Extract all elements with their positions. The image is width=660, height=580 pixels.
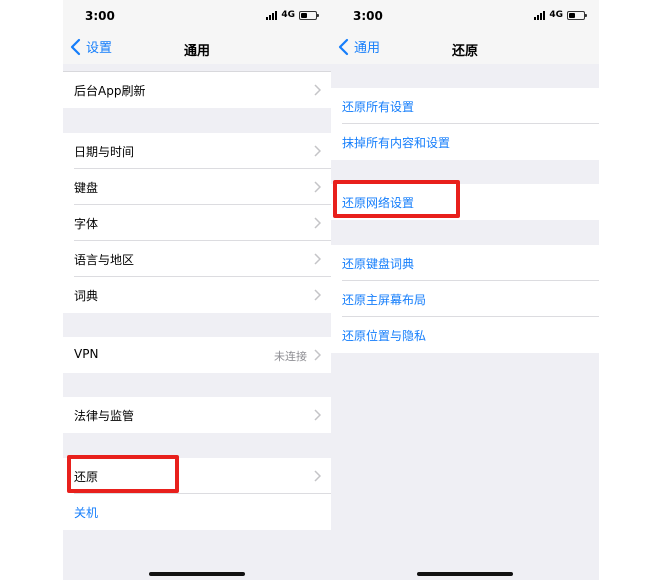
- row-reset-all-settings[interactable]: 还原所有设置: [331, 88, 599, 124]
- row-label: 键盘: [74, 181, 99, 195]
- row-background-app-refresh[interactable]: 后台App刷新: [63, 72, 331, 108]
- row-label: 词典: [74, 289, 99, 303]
- row-label: 语言与地区: [74, 253, 135, 267]
- navigation-bar: 设置 通用: [63, 32, 331, 64]
- row-date-time[interactable]: 日期与时间: [63, 133, 331, 169]
- row-label: 还原位置与隐私: [342, 329, 427, 343]
- row-label: 日期与时间: [74, 145, 135, 159]
- row-label: 法律与监管: [74, 409, 135, 423]
- status-bar: 3:00 4G: [331, 0, 599, 32]
- general-settings-screen: 3:00 4G 设置 通用 后台App刷新 日期与时间 键盘 字体 语言与地区: [63, 0, 331, 580]
- row-label: VPN: [74, 347, 99, 361]
- row-erase-all-content[interactable]: 抹掉所有内容和设置: [331, 124, 599, 160]
- network-type: 4G: [549, 10, 563, 20]
- row-font[interactable]: 字体: [63, 205, 331, 241]
- chevron-right-icon: [314, 145, 321, 157]
- row-language-region[interactable]: 语言与地区: [63, 241, 331, 277]
- battery-icon: [567, 11, 587, 20]
- highlight-box-reset: [67, 455, 179, 493]
- navigation-bar: 通用 还原: [331, 32, 599, 64]
- chevron-right-icon: [314, 349, 321, 361]
- row-label: 还原主屏幕布局: [342, 293, 427, 307]
- status-bar: 3:00 4G: [63, 0, 331, 32]
- row-label: 字体: [74, 217, 99, 231]
- page-title: 还原: [451, 44, 478, 59]
- cellular-signal-icon: [266, 11, 278, 20]
- row-legal-regulatory[interactable]: 法律与监管: [63, 397, 331, 433]
- status-icons: 4G: [266, 10, 319, 20]
- chevron-right-icon: [314, 253, 321, 265]
- highlight-box-reset-network: [333, 180, 460, 218]
- network-type: 4G: [281, 10, 295, 20]
- home-indicator[interactable]: [149, 572, 245, 576]
- shutdown-label: 关机: [74, 506, 99, 520]
- status-icons: 4G: [534, 10, 587, 20]
- chevron-right-icon: [314, 409, 321, 421]
- row-label: 抹掉所有内容和设置: [342, 136, 451, 150]
- chevron-right-icon: [314, 84, 321, 96]
- chevron-right-icon: [314, 181, 321, 193]
- row-vpn[interactable]: VPN 未连接: [63, 337, 331, 373]
- cellular-signal-icon: [534, 11, 546, 20]
- reset-settings-screen: 3:00 4G 通用 还原 还原所有设置 抹掉所有内容和设置 还原网络设置 还原…: [331, 0, 599, 580]
- vpn-status: 未连接: [274, 350, 307, 363]
- row-label: 还原键盘词典: [342, 257, 415, 271]
- row-label: 还原所有设置: [342, 100, 415, 114]
- row-label: 后台App刷新: [74, 84, 146, 98]
- row-reset-keyboard-dictionary[interactable]: 还原键盘词典: [331, 245, 599, 281]
- row-keyboard[interactable]: 键盘: [63, 169, 331, 205]
- status-time: 3:00: [353, 9, 383, 23]
- chevron-right-icon: [314, 289, 321, 301]
- row-reset-home-screen-layout[interactable]: 还原主屏幕布局: [331, 281, 599, 317]
- row-shutdown[interactable]: 关机: [63, 494, 331, 530]
- page-title: 通用: [183, 44, 210, 59]
- status-time: 3:00: [85, 9, 115, 23]
- row-reset-location-privacy[interactable]: 还原位置与隐私: [331, 317, 599, 353]
- home-indicator[interactable]: [417, 572, 513, 576]
- chevron-right-icon: [314, 470, 321, 482]
- row-dictionary[interactable]: 词典: [63, 277, 331, 313]
- battery-icon: [299, 11, 319, 20]
- chevron-right-icon: [314, 217, 321, 229]
